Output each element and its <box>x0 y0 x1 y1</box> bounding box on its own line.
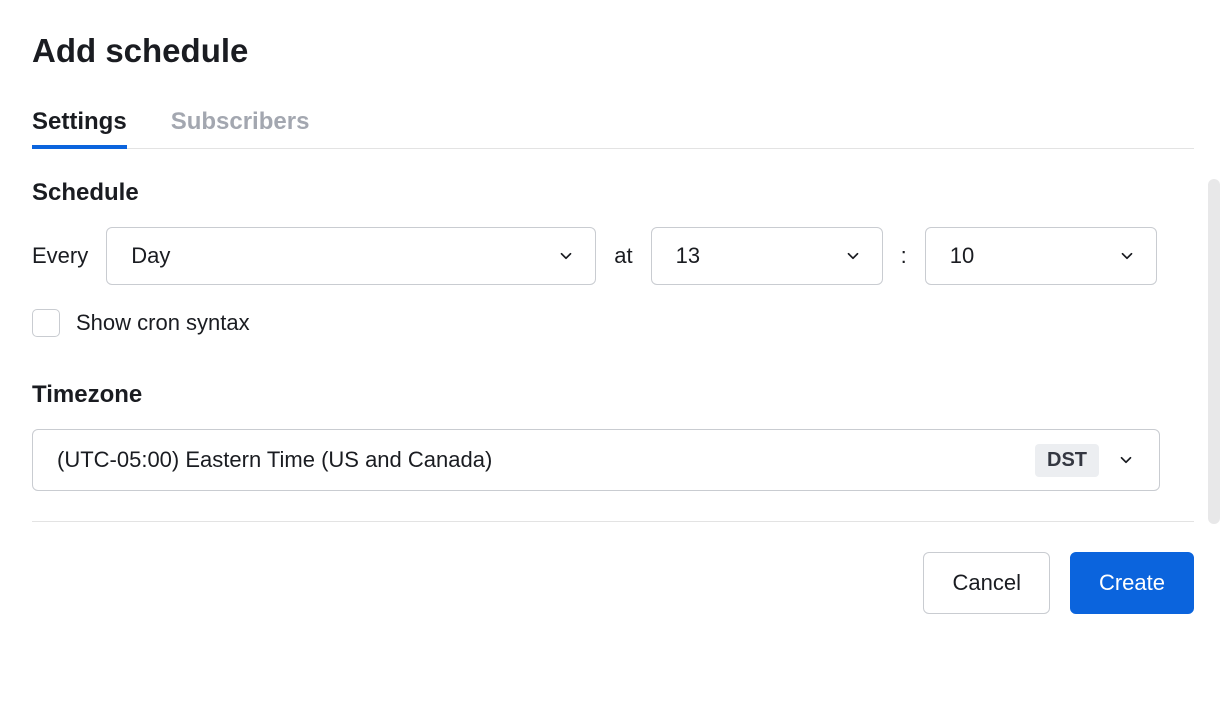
hour-value: 13 <box>676 243 700 269</box>
create-button[interactable]: Create <box>1070 552 1194 614</box>
at-label: at <box>614 243 632 269</box>
minute-value: 10 <box>950 243 974 269</box>
hour-select[interactable]: 13 <box>651 227 883 285</box>
timezone-select[interactable]: (UTC-05:00) Eastern Time (US and Canada)… <box>32 429 1160 491</box>
frequency-select[interactable]: Day <box>106 227 596 285</box>
schedule-heading: Schedule <box>32 179 1194 207</box>
dialog-container: Add schedule Settings Subscribers Schedu… <box>32 32 1194 614</box>
cancel-button[interactable]: Cancel <box>923 552 1049 614</box>
chevron-down-icon <box>1117 451 1135 469</box>
schedule-row: Every Day at 13 : 10 <box>32 227 1194 285</box>
tab-subscribers[interactable]: Subscribers <box>171 108 310 148</box>
chevron-down-icon <box>1118 247 1136 265</box>
time-separator: : <box>901 243 907 269</box>
every-label: Every <box>32 243 88 269</box>
content-area: Schedule Every Day at 13 : 10 <box>32 179 1194 491</box>
scrollbar[interactable] <box>1208 179 1220 524</box>
footer-divider <box>32 521 1194 522</box>
chevron-down-icon <box>557 247 575 265</box>
frequency-value: Day <box>131 243 170 269</box>
dst-badge: DST <box>1035 444 1099 477</box>
timezone-right: DST <box>1035 444 1135 477</box>
minute-select[interactable]: 10 <box>925 227 1157 285</box>
chevron-down-icon <box>844 247 862 265</box>
tabs: Settings Subscribers <box>32 108 1194 149</box>
footer-actions: Cancel Create <box>32 552 1194 614</box>
page-title: Add schedule <box>32 32 1194 70</box>
timezone-value: (UTC-05:00) Eastern Time (US and Canada) <box>57 447 492 473</box>
cron-checkbox-row: Show cron syntax <box>32 309 1194 337</box>
tab-settings[interactable]: Settings <box>32 108 127 148</box>
timezone-heading: Timezone <box>32 381 1194 409</box>
cron-checkbox[interactable] <box>32 309 60 337</box>
cron-checkbox-label: Show cron syntax <box>76 310 250 336</box>
